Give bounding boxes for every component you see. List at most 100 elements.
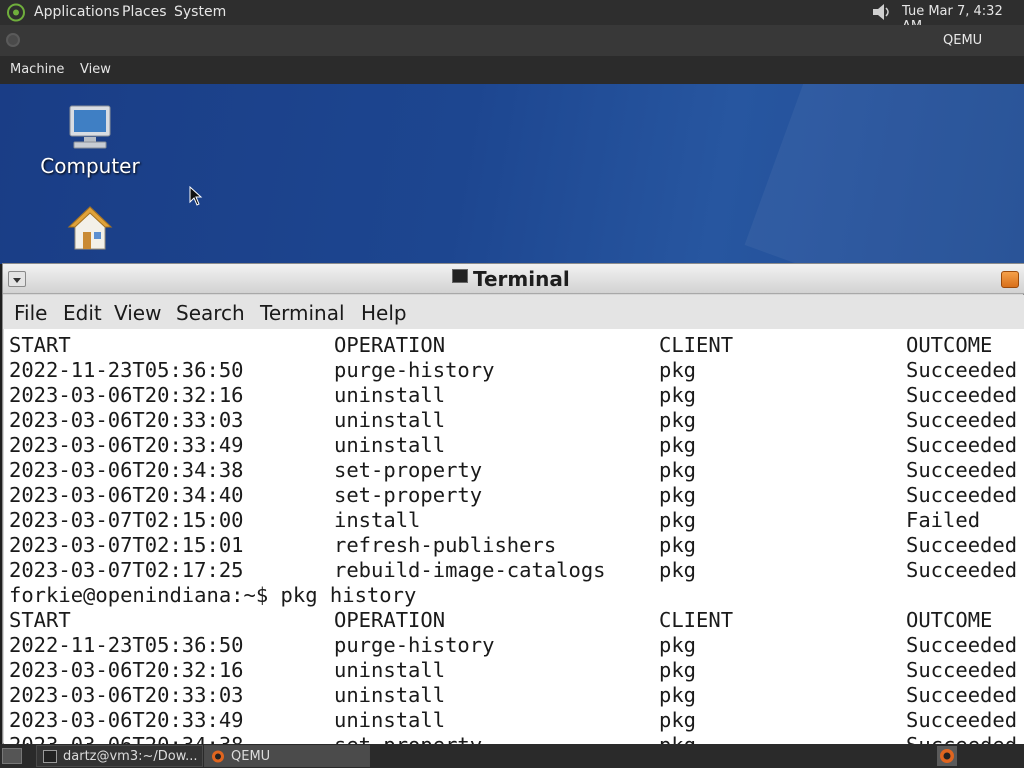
qemu-menubar: Machine View — [0, 56, 1024, 84]
taskbar-task-label: dartz@vm3:~/Dow... — [63, 749, 198, 764]
terminal-cell-operation: uninstall — [334, 408, 446, 432]
terminal-output[interactable]: START OPERATION CLIENT OUTCOME 2022-11-23T05… — [4, 329, 1024, 744]
taskbar-task-qemu[interactable]: QEMU — [204, 745, 370, 767]
terminal-cell-client: pkg — [659, 533, 697, 557]
terminal-cell-client: pkg — [659, 383, 697, 407]
terminal-cell-outcome: Succeeded — [906, 633, 1018, 657]
terminal-cell-outcome: Succeeded — [906, 658, 1018, 682]
qemu-titlebar: QEMU — [0, 25, 1024, 56]
terminal-cell-operation: purge-history — [334, 358, 495, 382]
terminal-cell-start: forkie@openindiana:~$ pkg history — [9, 583, 417, 607]
terminal-cell-start: 2022-11-23T05:36:50 — [9, 633, 244, 657]
terminal-cell-outcome: Succeeded — [906, 533, 1018, 557]
qemu-tray-icon[interactable] — [937, 746, 957, 766]
terminal-cell-outcome: Succeeded — [906, 433, 1018, 457]
desktop-icon-home[interactable] — [30, 204, 150, 256]
show-desktop-icon[interactable] — [2, 748, 22, 764]
qemu-icon — [212, 750, 224, 763]
terminal-cell-outcome: OUTCOME — [906, 608, 993, 632]
places-menu[interactable]: Places — [122, 4, 167, 20]
terminal-menu-view[interactable]: View — [114, 301, 161, 325]
terminal-cell-start: 2023-03-07T02:15:01 — [9, 533, 244, 557]
terminal-cell-operation: refresh-publishers — [334, 533, 557, 557]
terminal-cell-operation: install — [334, 508, 421, 532]
terminal-cell-start: 2023-03-07T02:17:25 — [9, 558, 244, 582]
terminal-cell-operation: set-property — [334, 733, 482, 744]
terminal-cell-start: 2022-11-23T05:36:50 — [9, 358, 244, 382]
applications-menu[interactable]: Applications — [34, 4, 120, 20]
terminal-cell-start: 2023-03-07T02:15:00 — [9, 508, 244, 532]
window-menu-button[interactable] — [8, 271, 26, 287]
terminal-cell-start: START — [9, 333, 71, 357]
terminal-title: Terminal — [473, 267, 570, 291]
terminal-app-icon — [452, 269, 468, 283]
terminal-cell-operation: uninstall — [334, 683, 446, 707]
terminal-cell-operation: uninstall — [334, 658, 446, 682]
terminal-cell-client: pkg — [659, 633, 697, 657]
terminal-cell-operation: OPERATION — [334, 608, 446, 632]
terminal-cell-start: 2023-03-06T20:33:03 — [9, 408, 244, 432]
desktop-icon-label: Computer — [40, 154, 140, 178]
terminal-cell-operation: purge-history — [334, 633, 495, 657]
terminal-cell-client: pkg — [659, 708, 697, 732]
chevron-down-icon — [13, 278, 21, 283]
terminal-cell-start: 2023-03-06T20:32:16 — [9, 658, 244, 682]
system-menu[interactable]: System — [174, 4, 226, 20]
terminal-cell-operation: uninstall — [334, 433, 446, 457]
mouse-pointer-icon — [189, 186, 203, 206]
terminal-cell-operation: set-property — [334, 483, 483, 507]
terminal-cell-outcome: Succeeded — [906, 558, 1018, 582]
host-taskbar: dartz@vm3:~/Dow... QEMU — [0, 744, 1024, 768]
terminal-cell-client: pkg — [659, 458, 697, 482]
terminal-cell-client: pkg — [659, 558, 697, 582]
distro-logo-icon[interactable] — [6, 3, 26, 22]
home-folder-icon — [67, 206, 113, 250]
terminal-icon — [43, 750, 57, 763]
terminal-menu-edit[interactable]: Edit — [63, 301, 102, 325]
terminal-menu-file[interactable]: File — [14, 301, 47, 325]
terminal-cell-client: pkg — [659, 408, 697, 432]
terminal-cell-client: pkg — [659, 433, 697, 457]
guest-desktop: Computer — [0, 84, 1024, 264]
terminal-cell-client: CLIENT — [659, 608, 734, 632]
view-menu[interactable]: View — [80, 62, 111, 77]
terminal-menu-terminal[interactable]: Terminal — [260, 301, 345, 325]
terminal-cell-client: pkg — [659, 483, 697, 507]
terminal-cell-operation: OPERATION — [334, 333, 446, 357]
terminal-cell-outcome: Succeeded — [906, 383, 1018, 407]
qemu-window-icon — [6, 33, 20, 47]
terminal-cell-client: pkg — [659, 683, 697, 707]
terminal-window[interactable]: Terminal File Edit View Search Terminal … — [2, 263, 1024, 744]
terminal-cell-start: 2023-03-06T20:33:49 — [9, 433, 244, 457]
terminal-cell-client: pkg — [659, 658, 697, 682]
terminal-cell-start: 2023-03-06T20:34:40 — [9, 483, 244, 507]
terminal-cell-operation: uninstall — [334, 708, 446, 732]
taskbar-task-terminal[interactable]: dartz@vm3:~/Dow... — [36, 745, 203, 767]
terminal-cell-operation: uninstall — [334, 383, 446, 407]
machine-menu[interactable]: Machine — [10, 62, 64, 77]
terminal-cell-outcome: Succeeded — [906, 683, 1018, 707]
terminal-cell-outcome: Succeeded — [906, 408, 1018, 432]
terminal-cell-client: pkg — [659, 733, 696, 744]
terminal-menu-search[interactable]: Search — [176, 301, 245, 325]
terminal-cell-start: START — [9, 608, 71, 632]
terminal-cell-operation: set-property — [334, 458, 483, 482]
terminal-titlebar[interactable]: Terminal — [3, 264, 1024, 294]
terminal-cell-start: 2023-03-06T20:33:49 — [9, 708, 244, 732]
volume-icon[interactable] — [870, 2, 894, 22]
minimize-button[interactable] — [1001, 271, 1019, 288]
terminal-cell-start: 2023-03-06T20:34:38 — [9, 733, 244, 744]
computer-icon — [69, 105, 111, 149]
terminal-cell-start: 2023-03-06T20:32:16 — [9, 383, 244, 407]
terminal-menu-help[interactable]: Help — [361, 301, 407, 325]
terminal-cell-client: pkg — [659, 358, 697, 382]
terminal-menubar: File Edit View Search Terminal Help — [3, 295, 1024, 329]
terminal-cell-client: pkg — [659, 508, 697, 532]
terminal-cell-client: CLIENT — [659, 333, 734, 357]
desktop-icon-computer[interactable]: Computer — [30, 104, 150, 178]
terminal-cell-start: 2023-03-06T20:34:38 — [9, 458, 244, 482]
terminal-cell-operation: rebuild-image-catalogs — [334, 558, 606, 582]
terminal-cell-start: 2023-03-06T20:33:03 — [9, 683, 244, 707]
terminal-cell-outcome: Failed — [906, 508, 981, 532]
wallpaper-highlight — [744, 84, 1024, 264]
